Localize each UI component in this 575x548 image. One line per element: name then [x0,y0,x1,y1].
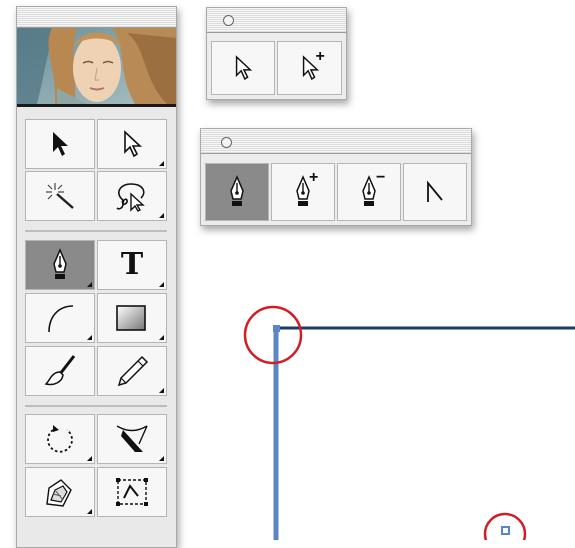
pen-palette: + − [200,128,472,226]
selection-palette-title-bar[interactable] [207,8,346,33]
palette-delete-anchor-button[interactable]: − [337,163,401,221]
tool-warp[interactable] [97,414,167,464]
free-transform-icon [41,474,79,510]
pen-icon [227,175,247,209]
pencil-icon [114,354,150,388]
magic-wand-icon [43,181,77,211]
flyout-indicator-icon [159,388,164,393]
flyout-indicator-icon [87,456,92,461]
tool-direct-selection[interactable] [97,119,167,169]
tool-graph[interactable] [97,467,167,517]
plus-badge: + [309,169,319,186]
pen-plus-icon: + [293,169,318,209]
palette-direct-selection-button[interactable] [211,41,275,95]
direct-selection-arrow-icon [120,130,144,158]
flyout-indicator-icon [87,335,92,340]
tool-type[interactable]: T [97,240,167,290]
selection-palette: + [206,7,347,100]
pen-icon [50,248,70,282]
palette-pen-button[interactable] [205,163,269,221]
tool-lasso[interactable] [97,171,167,221]
flyout-indicator-icon [159,456,164,461]
rectangle-icon [114,303,150,333]
toolbox-panel: T [16,6,177,548]
arrow-icon [232,54,254,82]
pen-minus-icon: − [359,169,385,209]
tool-free-transform[interactable] [25,467,95,517]
tool-group-divider [25,230,167,232]
tool-paintbrush[interactable] [25,346,95,396]
new-anchor-point [501,526,510,535]
close-icon[interactable] [223,15,234,26]
palette-convert-anchor-button[interactable] [403,163,467,221]
paintbrush-icon [42,354,78,388]
type-icon: T [120,247,144,282]
canvas-area[interactable] [200,290,575,548]
plus-badge: + [315,48,325,65]
flyout-indicator-icon [159,161,164,166]
palette-group-selection-button[interactable]: + [277,41,342,95]
pen-palette-title-bar[interactable] [201,129,471,154]
toolbox-title-bar[interactable] [17,7,176,28]
tool-pen[interactable] [25,240,95,290]
rotate-icon [43,422,77,456]
tool-pencil[interactable] [97,346,167,396]
minus-badge: − [376,169,386,186]
close-icon[interactable] [221,137,232,148]
arrow-plus-icon: + [299,48,325,82]
warp-icon [113,422,151,456]
graph-icon [114,476,150,508]
selection-arrow-icon [48,130,72,158]
tool-selection[interactable] [25,119,95,169]
lasso-icon [113,180,151,212]
arc-icon [43,302,77,334]
flyout-indicator-icon [87,282,92,287]
convert-anchor-icon [424,180,446,204]
anchor-point [273,325,280,332]
flyout-indicator-icon [159,335,164,340]
flyout-indicator-icon [87,509,92,514]
tool-rectangle[interactable] [97,293,167,343]
flyout-indicator-icon [159,282,164,287]
tool-arc[interactable] [25,293,95,343]
tool-magic-wand[interactable] [25,171,95,221]
tool-group-divider [25,405,167,407]
anchor-highlight-circle [243,305,303,365]
tool-rotate[interactable] [25,414,95,464]
flyout-indicator-icon [159,213,164,218]
palette-add-anchor-button[interactable]: + [271,163,335,221]
toolbox-header-divider [17,104,176,107]
venus-portrait-logo [17,28,176,104]
